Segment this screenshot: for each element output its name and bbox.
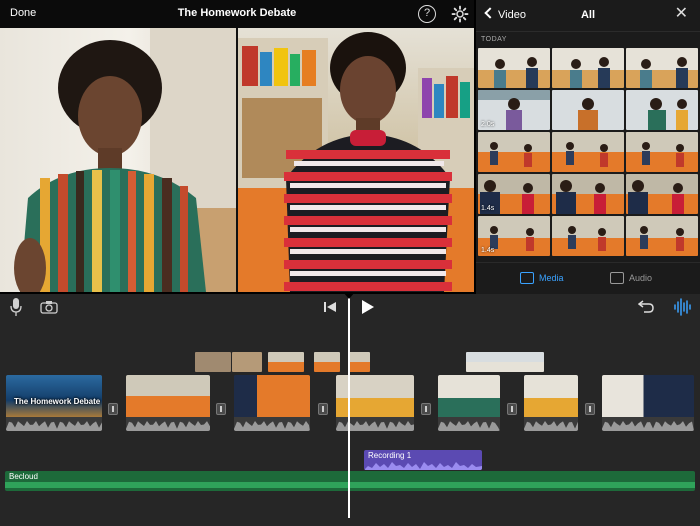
- clip-thumbnail: [234, 375, 310, 417]
- media-thumbnail[interactable]: [626, 174, 698, 214]
- cutaway-clip[interactable]: [232, 352, 262, 372]
- transition-button[interactable]: [318, 403, 328, 415]
- cutaway-clip[interactable]: [195, 352, 231, 372]
- cutaway-clip[interactable]: [348, 352, 370, 372]
- cutaway-clip[interactable]: [314, 352, 340, 372]
- girl-speaker-image: [238, 32, 474, 292]
- media-thumbnail[interactable]: [626, 132, 698, 172]
- tab-audio[interactable]: Audio: [610, 272, 652, 284]
- voiceover-recording-clip[interactable]: Recording 1: [364, 450, 482, 470]
- section-header-today: TODAY: [481, 36, 507, 43]
- help-icon[interactable]: ?: [418, 5, 436, 23]
- video-clip[interactable]: [234, 375, 310, 431]
- transition-button[interactable]: [108, 403, 118, 415]
- music-note-icon: [610, 272, 624, 284]
- media-grid: 2.0s 1.4s 1.4s: [478, 48, 698, 256]
- viewer-left-speaker-frame: [0, 28, 236, 292]
- transition-button[interactable]: [507, 403, 517, 415]
- playhead[interactable]: [348, 294, 350, 518]
- project-title: The Homework Debate: [177, 7, 297, 19]
- settings-gear-icon[interactable]: [451, 5, 469, 23]
- recording-label: Recording 1: [368, 451, 412, 460]
- transition-button[interactable]: [421, 403, 431, 415]
- audio-waveform: [6, 417, 102, 431]
- tab-media[interactable]: Media: [520, 272, 564, 284]
- play-icon[interactable]: [360, 300, 374, 314]
- video-clip[interactable]: [126, 375, 210, 431]
- media-thumbnail[interactable]: [552, 90, 624, 130]
- title-clip[interactable]: The Homework Debate: [6, 375, 102, 431]
- media-thumbnail[interactable]: [552, 216, 624, 256]
- clip-thumbnail: [602, 375, 694, 417]
- audio-waveform: [126, 417, 210, 431]
- clip-thumbnail: [6, 375, 102, 417]
- close-icon[interactable]: ✕: [675, 6, 688, 22]
- browser-tab-bar: Media Audio: [476, 262, 700, 294]
- background-music-track[interactable]: Becloud: [5, 471, 695, 491]
- tab-audio-label: Audio: [629, 273, 653, 283]
- playhead-marker: [343, 292, 355, 299]
- media-thumbnail[interactable]: [552, 48, 624, 88]
- audio-waveform: [234, 417, 310, 431]
- camera-icon[interactable]: [40, 300, 58, 314]
- audio-waveform: [602, 417, 694, 431]
- clip-thumbnail: [438, 375, 500, 417]
- clip-thumbnail: [524, 375, 578, 417]
- media-thumbnail[interactable]: [552, 174, 624, 214]
- woman-speaker-image: [14, 28, 236, 292]
- title-clip-text: The Homework Debate: [14, 397, 101, 406]
- media-browser: Video All ✕ TODAY 2.0s 1.4s 1.4s Media A…: [476, 0, 700, 294]
- video-viewer[interactable]: [0, 28, 474, 292]
- timeline[interactable]: The Homework Debate Recording 1 Becloud: [0, 292, 700, 526]
- undo-icon[interactable]: [638, 299, 654, 313]
- recording-waveform: [364, 462, 482, 470]
- music-waveform: [5, 482, 695, 488]
- browser-header: Video All ✕: [476, 0, 700, 32]
- clip-thumbnail: [126, 375, 210, 417]
- media-thumbnail[interactable]: 1.4s: [478, 216, 550, 256]
- media-thumbnail[interactable]: [478, 48, 550, 88]
- viewer-right-speaker-frame: [238, 28, 474, 292]
- media-thumbnail[interactable]: [626, 216, 698, 256]
- cutaway-clip[interactable]: [466, 352, 544, 372]
- duration-label: 1.4s: [481, 247, 495, 254]
- media-thumbnail[interactable]: [552, 132, 624, 172]
- media-thumbnail[interactable]: [626, 48, 698, 88]
- film-icon: [520, 272, 534, 284]
- transition-button[interactable]: [216, 403, 226, 415]
- video-clip[interactable]: [602, 375, 694, 431]
- audio-waveform: [438, 417, 500, 431]
- media-thumbnail[interactable]: [478, 132, 550, 172]
- duration-label: 1.4s: [481, 205, 495, 212]
- top-bar: Done The Homework Debate ?: [0, 0, 474, 28]
- audio-waveform-icon[interactable]: [673, 298, 691, 316]
- duration-label: 2.0s: [481, 121, 495, 128]
- video-clip[interactable]: [438, 375, 500, 431]
- browser-title: All: [580, 9, 596, 21]
- media-thumbnail[interactable]: 1.4s: [478, 174, 550, 214]
- audio-waveform: [524, 417, 578, 431]
- media-thumbnail[interactable]: [626, 90, 698, 130]
- microphone-icon[interactable]: [10, 298, 22, 316]
- media-thumbnail[interactable]: 2.0s: [478, 90, 550, 130]
- cutaway-clip[interactable]: [268, 352, 304, 372]
- transition-button[interactable]: [585, 403, 595, 415]
- skip-to-start-icon[interactable]: [324, 302, 336, 312]
- tab-media-label: Media: [539, 273, 564, 283]
- video-clip[interactable]: [524, 375, 578, 431]
